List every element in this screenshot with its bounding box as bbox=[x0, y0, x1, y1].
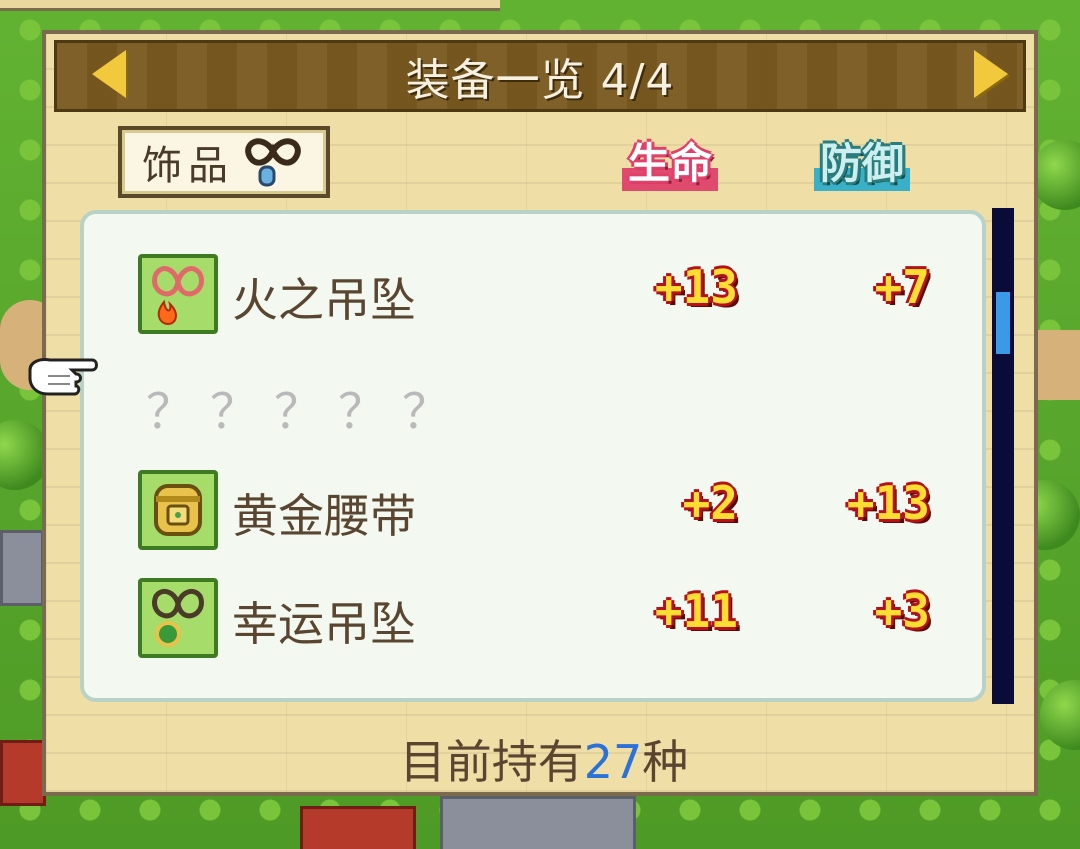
unknown-item-name: ？？？？？ bbox=[146, 384, 467, 440]
owned-count-prefix: 目前持有 bbox=[399, 735, 584, 789]
column-header-defense: 防御 bbox=[814, 130, 911, 191]
page-title: 装备一览 4/4 bbox=[405, 55, 675, 106]
scroll-thumb[interactable] bbox=[996, 292, 1010, 354]
item-name: 黄金腰带 bbox=[232, 489, 416, 543]
category-tab-accessory[interactable]: 饰品 bbox=[118, 126, 330, 198]
equipment-list-panel: 装备一览 4/4 饰品 生命 防御 火之吊坠 +13 +7 ？？？？？ 黄金腰带… bbox=[42, 30, 1038, 796]
item-life-stat: +13 bbox=[654, 260, 738, 314]
item-life-stat: +11 bbox=[654, 584, 738, 638]
list-item[interactable]: 火之吊坠 +13 +7 bbox=[84, 244, 984, 334]
stone-wall bbox=[0, 530, 44, 606]
item-name: 幸运吊坠 bbox=[232, 597, 416, 651]
item-life-stat: +2 bbox=[682, 476, 738, 530]
pendant-icon bbox=[245, 138, 301, 187]
item-name: 火之吊坠 bbox=[232, 273, 416, 327]
next-page-arrow-icon[interactable] bbox=[974, 50, 1008, 98]
category-label: 饰品 bbox=[142, 143, 234, 189]
item-defense-stat: +3 bbox=[874, 584, 930, 638]
owned-count-suffix: 种 bbox=[642, 735, 689, 789]
equipment-list: 火之吊坠 +13 +7 ？？？？？ 黄金腰带 +2 +13 幸运吊坠 +11 +… bbox=[80, 210, 986, 702]
stone-wall bbox=[440, 796, 636, 849]
list-item[interactable]: 幸运吊坠 +11 +3 bbox=[84, 568, 984, 658]
pointing-hand-cursor-icon[interactable] bbox=[26, 352, 100, 404]
house-roof bbox=[300, 806, 416, 849]
item-defense-stat: +13 bbox=[846, 476, 930, 530]
owned-count-value: 27 bbox=[583, 735, 643, 789]
owned-count-text: 目前持有27种 bbox=[46, 726, 1042, 792]
previous-page-arrow-icon[interactable] bbox=[92, 50, 126, 98]
list-item[interactable]: ？？？？？ bbox=[84, 354, 984, 444]
title-bar: 装备一览 4/4 bbox=[54, 40, 1026, 112]
list-scrollbar[interactable] bbox=[992, 208, 1014, 704]
fire-pendant-icon bbox=[138, 254, 218, 334]
house-roof bbox=[0, 740, 46, 806]
item-defense-stat: +7 bbox=[874, 260, 930, 314]
list-item[interactable]: 黄金腰带 +2 +13 bbox=[84, 460, 984, 550]
lucky-pendant-icon bbox=[138, 578, 218, 658]
golden-belt-icon bbox=[138, 470, 218, 550]
column-header-life: 生命 bbox=[622, 130, 719, 191]
top-window-edge bbox=[0, 0, 500, 11]
